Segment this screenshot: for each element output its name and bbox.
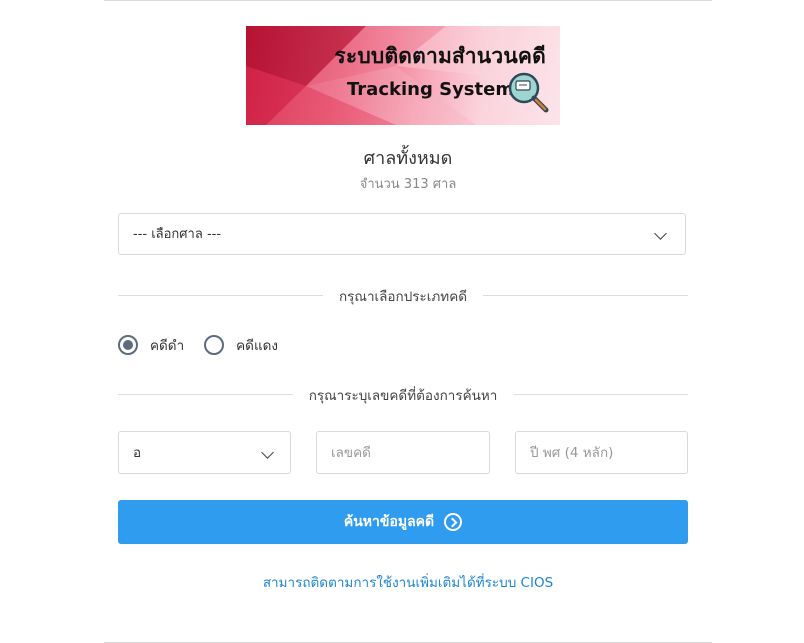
search-button-label: ค้นหาข้อมูลคดี: [343, 514, 435, 530]
arrow-circle-right-icon: [444, 513, 463, 531]
case-number-divider: กรุณาระบุเลขคดีที่ต้องการค้นหา: [118, 384, 688, 406]
case-type-divider: กรุณาเลือกประเภทคดี: [118, 285, 688, 307]
radio-red-case-label[interactable]: คดีแดง: [236, 334, 278, 356]
case-prefix-select[interactable]: อ: [118, 431, 291, 474]
case-number-input[interactable]: เลขคดี: [316, 431, 490, 474]
court-select[interactable]: --- เลือกศาล ---: [118, 213, 686, 255]
chevron-down-icon: [654, 227, 667, 240]
magnifier-icon: [508, 72, 549, 113]
case-type-heading: กรุณาเลือกประเภทคดี: [323, 285, 483, 307]
case-number-heading: กรุณาระบุเลขคดีที่ต้องการค้นหา: [292, 384, 514, 406]
case-prefix-value: อ: [133, 445, 142, 461]
radio-red-case[interactable]: [204, 335, 225, 355]
court-select-value: --- เลือกศาล ---: [133, 227, 222, 242]
cios-link[interactable]: สามารถติดตามการใช้งานเพิ่มเติมได้ที่ระบบ…: [104, 571, 712, 593]
case-number-placeholder: เลขคดี: [331, 445, 371, 461]
radio-black-case-label[interactable]: คดีดำ: [150, 334, 184, 356]
banner-title-thai: ระบบติดตามสำนวนคดี: [334, 44, 546, 68]
case-year-input[interactable]: ปี พศ (4 หลัก): [515, 431, 688, 474]
search-button[interactable]: ค้นหาข้อมูลคดี: [118, 500, 688, 544]
case-type-options: คดีดำ คดีแดง: [118, 332, 298, 358]
case-year-placeholder: ปี พศ (4 หลัก): [530, 445, 614, 461]
banner-title-english: Tracking System: [347, 79, 515, 100]
tracking-card: ระบบติดตามสำนวนคดี Tracking System ศาลทั…: [104, 0, 712, 643]
banner: ระบบติดตามสำนวนคดี Tracking System: [246, 26, 560, 125]
radio-black-case[interactable]: [118, 335, 138, 355]
page-title: ศาลทั้งหมด: [363, 148, 453, 169]
court-count: จำนวน 313 ศาล: [359, 177, 457, 192]
chevron-down-icon: [261, 446, 274, 459]
